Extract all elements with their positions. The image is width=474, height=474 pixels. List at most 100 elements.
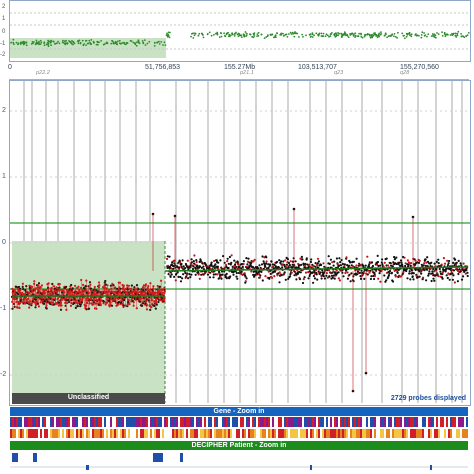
overview-probe [335, 32, 337, 34]
gene-stripe [98, 429, 100, 438]
overview-probe [358, 32, 360, 35]
gene-stripe [386, 417, 388, 427]
probe-point [260, 270, 263, 273]
probe-point [206, 273, 210, 276]
probe-point [388, 272, 391, 275]
gene-stripe [228, 417, 230, 427]
overview-probe [366, 33, 368, 36]
decipher-track-header[interactable]: DECIPHER Patient - Zoom in [10, 441, 468, 450]
probe-point [212, 273, 215, 276]
probe-point [412, 272, 415, 275]
gene-stripe [406, 417, 408, 427]
gene-stripe [28, 417, 30, 427]
overview-probe [71, 40, 73, 42]
overview-probe [360, 32, 362, 35]
overview-probe [191, 32, 193, 35]
overview-probe [364, 34, 366, 36]
gene-track[interactable] [10, 417, 468, 439]
gene-stripe [208, 429, 210, 438]
probe-point [245, 277, 248, 280]
gene-stripe [336, 417, 338, 427]
gene-stripe [424, 429, 426, 438]
overview-probe [283, 34, 286, 37]
probe-point [442, 257, 445, 260]
decipher-patient-bar[interactable] [180, 453, 183, 462]
gene-stripe [214, 417, 216, 427]
overview-probe [77, 42, 80, 45]
gene-stripe [322, 429, 324, 438]
probe-point [406, 277, 409, 280]
probe-point [333, 260, 336, 263]
probe-point [199, 265, 202, 268]
overview-probe [347, 36, 350, 39]
gene-stripe [42, 417, 44, 427]
probe-point [346, 277, 349, 280]
probe-point [180, 262, 183, 266]
overview-probe [317, 34, 320, 37]
probe-point [230, 254, 233, 257]
probe-point [265, 262, 268, 265]
overview-probe [48, 40, 50, 43]
gene-stripe [388, 429, 390, 438]
gene-stripe [170, 417, 172, 427]
gene-stripe [328, 429, 330, 438]
gene-stripe [420, 429, 422, 438]
gene-stripe [232, 429, 234, 438]
probe-point [454, 258, 457, 261]
probe-point [399, 259, 403, 262]
overview-probe [106, 42, 109, 45]
overview-probe [240, 34, 243, 37]
overview-probe [143, 39, 146, 41]
probe-point [422, 276, 425, 279]
overview-probe [405, 32, 408, 35]
probe-point [173, 259, 176, 262]
probe-point [364, 264, 367, 267]
gene-stripe [192, 417, 194, 427]
probe-point [276, 274, 279, 277]
gene-stripe [238, 429, 240, 438]
gene-stripe [66, 417, 68, 427]
overview-probe [423, 32, 425, 34]
probe-point [307, 277, 310, 280]
y-tick-neg2: -2 [0, 371, 7, 378]
probe-point [232, 273, 235, 276]
gene-stripe [168, 417, 170, 427]
gene-stripe [246, 429, 248, 438]
overview-probe [201, 32, 203, 35]
main-plot-panel[interactable]: Unclassified 2729 probes displayed [9, 80, 471, 406]
probe-point [302, 278, 305, 281]
probe-point [190, 273, 193, 276]
probe-point [452, 274, 455, 277]
gene-stripe [164, 429, 166, 438]
gene-stripe [22, 417, 24, 427]
gene-stripe [148, 429, 150, 438]
overview-probe [206, 33, 209, 35]
gene-stripe [398, 417, 400, 427]
probe-point [202, 265, 205, 268]
probe-point [325, 272, 328, 275]
probe-point [230, 261, 233, 264]
gene-stripe [348, 429, 350, 438]
overview-probe [193, 34, 196, 37]
gene-stripe [140, 429, 142, 438]
gene-track-header[interactable]: Gene - Zoom in [10, 407, 468, 416]
gene-stripe [184, 417, 186, 427]
decipher-patient-bar[interactable] [153, 453, 163, 462]
decipher-patient-bar[interactable] [33, 453, 37, 462]
probe-point [192, 265, 195, 268]
decipher-track[interactable] [10, 451, 468, 473]
gene-stripe [260, 417, 262, 427]
gene-stripe [334, 429, 336, 438]
probe-point [426, 256, 429, 259]
band-q28: q28 [400, 70, 410, 76]
probes-count-label: 2729 probes displayed [390, 395, 466, 402]
probe-point [438, 267, 441, 271]
decipher-patient-bar[interactable] [12, 453, 18, 462]
overview-tick-neg1: -1 [0, 41, 6, 47]
gene-stripe [56, 417, 58, 427]
overview-probe [40, 41, 43, 44]
overview-probe [290, 33, 293, 35]
gene-stripe [172, 429, 174, 438]
gene-stripe [416, 417, 418, 427]
overview-panel[interactable]: 2 1 0 -1 -2 [0, 0, 471, 62]
